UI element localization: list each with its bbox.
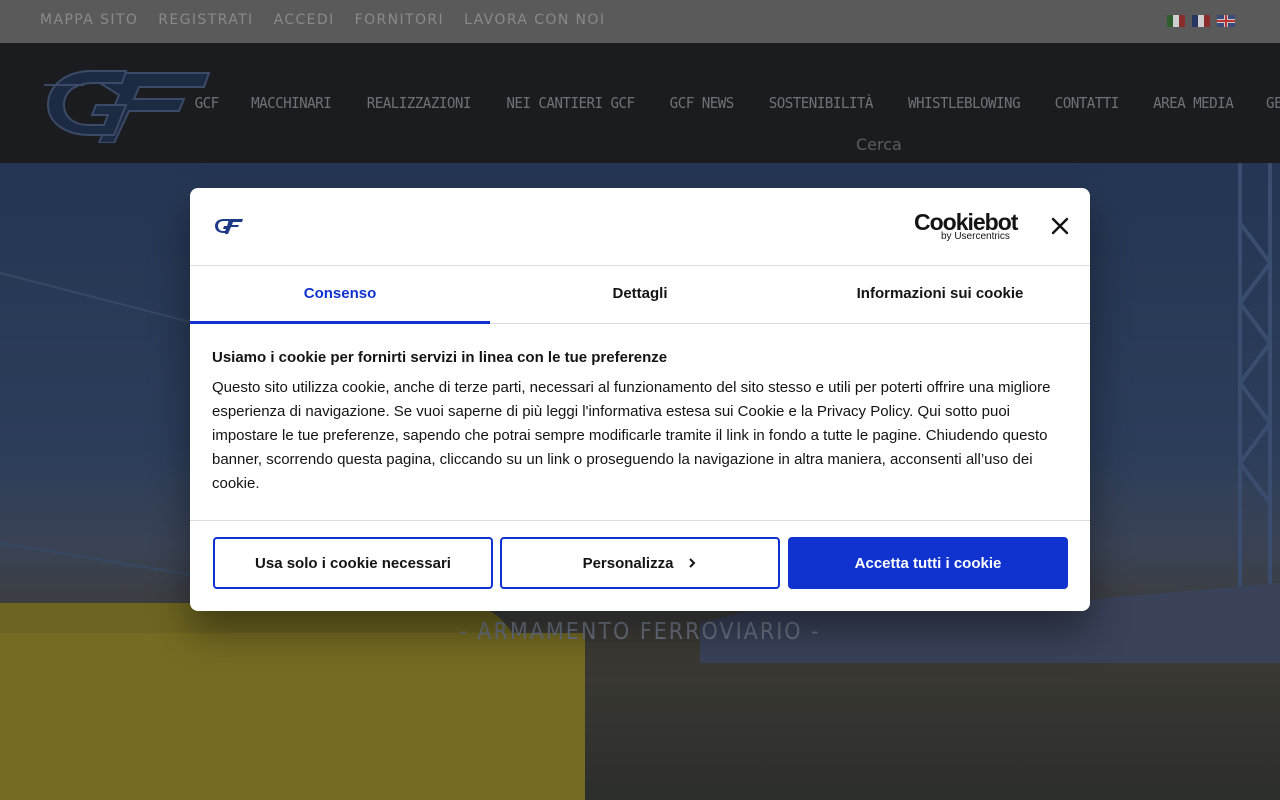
nav-item-nei-cantieri[interactable]: NEI CANTIERI GCF (507, 94, 636, 112)
cookie-consent-dialog: Cookiebot by Usercentrics Consenso Detta… (190, 188, 1090, 611)
link-accedi[interactable]: ACCEDI (274, 12, 335, 28)
language-selector (1167, 15, 1235, 27)
nav-item-gefer[interactable]: GEFER (1266, 94, 1280, 112)
tab-informazioni-cookie[interactable]: Informazioni sui cookie (790, 266, 1090, 323)
uk-flag-icon[interactable] (1217, 15, 1235, 27)
nav-item-macchinari[interactable]: MACCHINARI (251, 94, 332, 112)
french-flag-icon[interactable] (1192, 15, 1210, 27)
nav-item-gcf[interactable]: GCF (195, 94, 220, 112)
dialog-title: Usiamo i cookie per fornirti servizi in … (212, 349, 668, 366)
link-lavora-con-noi[interactable]: LAVORA CON NOI (464, 12, 605, 28)
nav-item-sostenibilita[interactable]: SOSTENIBILITÀ (768, 94, 873, 112)
gcf-logo[interactable] (44, 65, 214, 143)
accept-all-cookies-label: Accetta tutti i cookie (854, 554, 1002, 572)
main-nav: GCF MACCHINARI REALIZZAZIONI NEI CANTIER… (194, 94, 1280, 112)
tab-consenso[interactable]: Consenso (190, 266, 490, 324)
link-fornitori[interactable]: FORNITORI (355, 12, 444, 28)
main-navbar: GCF MACCHINARI REALIZZAZIONI NEI CANTIER… (0, 43, 1280, 163)
nav-item-contatti[interactable]: CONTATTI (1055, 94, 1120, 112)
cookiebot-by-text: by Usercentrics (941, 231, 1010, 242)
dialog-body: Usiamo i cookie per fornirti servizi in … (212, 349, 1068, 496)
customize-button[interactable]: Personalizza (500, 537, 780, 589)
utility-links: MAPPA SITO REGISTRATI ACCEDI FORNITORI L… (40, 12, 605, 28)
nav-item-realizzazioni[interactable]: REALIZZAZIONI (366, 94, 471, 112)
rail-machine-image (0, 633, 585, 800)
dialog-header: Cookiebot by Usercentrics (190, 188, 1090, 266)
gcf-small-logo (215, 219, 243, 234)
top-utility-bar: MAPPA SITO REGISTRATI ACCEDI FORNITORI L… (0, 0, 1280, 43)
cookiebot-brand: Cookiebot by Usercentrics (914, 209, 1018, 242)
nav-item-whistleblowing[interactable]: WHISTLEBLOWING (908, 94, 1021, 112)
nav-item-gcf-news[interactable]: GCF NEWS (670, 94, 735, 112)
hero-subtitle: - ARMAMENTO FERROVIARIO - (459, 619, 821, 645)
accept-all-cookies-button[interactable]: Accetta tutti i cookie (788, 537, 1068, 589)
close-icon[interactable] (1048, 214, 1072, 238)
link-mappa-sito[interactable]: MAPPA SITO (40, 12, 138, 28)
chevron-right-icon (689, 558, 696, 568)
italian-flag-icon[interactable] (1167, 15, 1185, 27)
customize-label: Personalizza (582, 554, 674, 572)
nav-item-area-media[interactable]: AREA MEDIA (1153, 94, 1234, 112)
dialog-footer: Usa solo i cookie necessari Personalizza… (190, 520, 1090, 611)
use-necessary-cookies-label: Usa solo i cookie necessari (255, 554, 451, 572)
dialog-description: Questo sito utilizza cookie, anche di te… (212, 379, 1051, 492)
dialog-tabs: Consenso Dettagli Informazioni sui cooki… (190, 266, 1090, 324)
search-field[interactable]: Cerca (856, 135, 902, 154)
use-necessary-cookies-button[interactable]: Usa solo i cookie necessari (213, 537, 493, 589)
link-registrati[interactable]: REGISTRATI (158, 12, 253, 28)
tab-dettagli[interactable]: Dettagli (490, 266, 790, 323)
